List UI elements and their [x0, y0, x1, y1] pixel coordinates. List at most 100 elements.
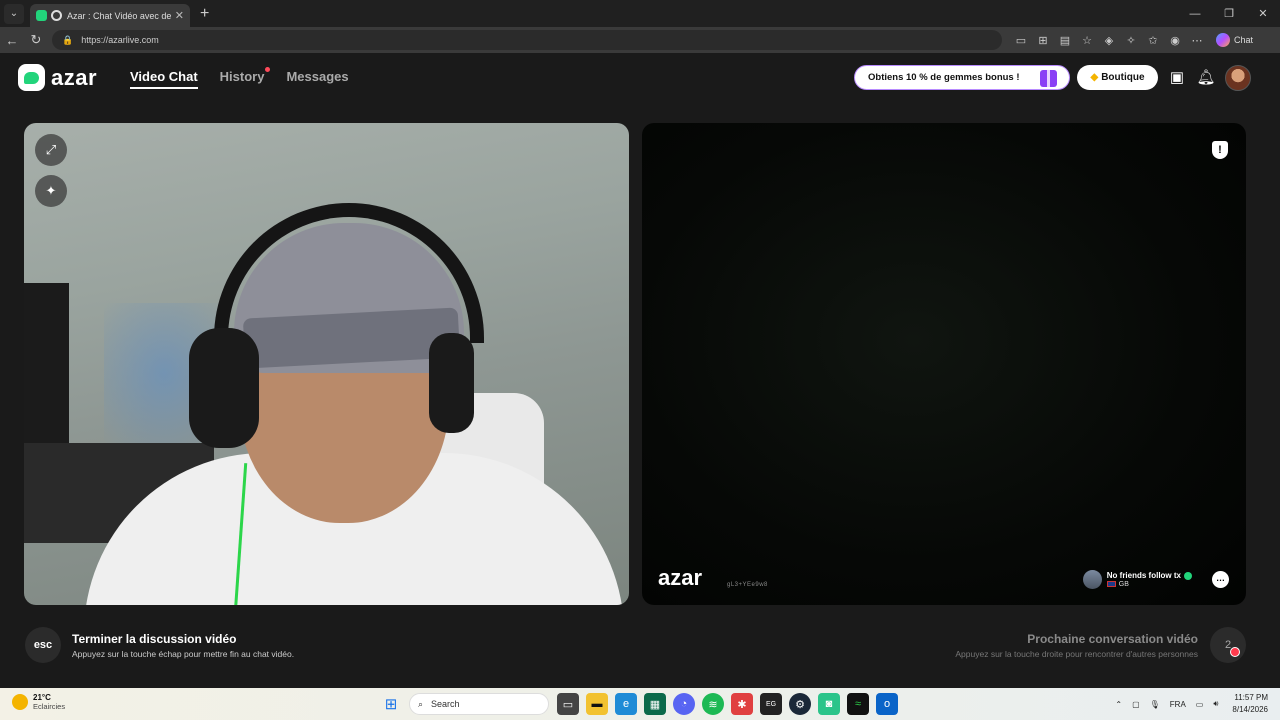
url-text: https://azarlive.com: [81, 35, 159, 45]
next-chat-button[interactable]: 2: [1210, 627, 1246, 663]
clock[interactable]: 11:57 PM 8/14/2026: [1232, 692, 1268, 716]
network-icon[interactable]: ▭: [1196, 700, 1204, 709]
message-bubble-icon[interactable]: …: [1212, 571, 1229, 588]
epic-games-icon[interactable]: EG: [760, 693, 782, 715]
back-icon[interactable]: ←: [0, 33, 24, 48]
discord-icon[interactable]: ◔: [673, 693, 695, 715]
azar-logo[interactable]: azar: [18, 64, 97, 91]
edge-icon[interactable]: e: [615, 693, 637, 715]
outlook-icon[interactable]: o: [876, 693, 898, 715]
tray-app-icon[interactable]: ▢: [1132, 700, 1140, 709]
reader-icon[interactable]: ▤: [1054, 34, 1076, 47]
language-indicator[interactable]: FRA: [1170, 700, 1186, 709]
azar-logo-icon: [18, 64, 45, 91]
nav-messages[interactable]: Messages: [286, 69, 348, 89]
remote-video-pane: ! azar gL3+YEe9w8 No friends follow tx G…: [642, 123, 1246, 605]
close-tab-icon[interactable]: ✕: [175, 9, 184, 22]
weather-widget[interactable]: 21°C Eclaircies: [12, 693, 65, 711]
tab-actions-icon[interactable]: ⌄: [4, 3, 24, 24]
local-video-pane: ⤢ ✦: [24, 123, 629, 605]
ban-icon: [1230, 647, 1240, 657]
watermark-id: gL3+YEe9w8: [727, 582, 768, 588]
favorite-star-icon[interactable]: ☆: [1076, 34, 1098, 47]
report-shield-icon[interactable]: !: [1212, 141, 1228, 159]
microphone-icon[interactable]: 🎙︎: [1150, 700, 1160, 709]
window-controls: — ❐ ✕: [1178, 0, 1280, 27]
search-placeholder: Search: [431, 699, 460, 709]
search-icon: ⌕: [418, 698, 424, 709]
camera-icon[interactable]: ▭: [1010, 34, 1032, 47]
extensions-icon[interactable]: ✧: [1120, 34, 1142, 47]
bell-icon[interactable]: 🔔︎: [1196, 67, 1216, 87]
store-icon[interactable]: ▦: [644, 693, 666, 715]
steam-icon[interactable]: ⚙: [789, 693, 811, 715]
taskbar-apps: ⊞ ⌕ Search ▭ ▬ e ▦ ◔ ≋ ✱ EG ⚙ ◙ ≈ o: [380, 693, 905, 715]
peer-info[interactable]: No friends follow tx GB: [1082, 570, 1192, 589]
copilot-icon: [1216, 33, 1230, 47]
tray-overflow-icon[interactable]: ⌃: [1115, 700, 1122, 709]
end-chat-subtitle: Appuyez sur la touche échap pour mettre …: [72, 649, 295, 659]
weather-sun-icon: [12, 694, 28, 710]
browser-tab[interactable]: Azar : Chat Vidéo avec de nou ✕: [30, 4, 190, 27]
peer-name: No friends follow tx: [1106, 571, 1181, 580]
apps-icon[interactable]: ⊞: [1032, 34, 1054, 47]
gift-icon: [1040, 70, 1057, 87]
magic-wand-icon[interactable]: ✦: [35, 175, 67, 207]
azar-app: azar Video Chat History Messages Obtiens…: [0, 53, 1280, 688]
nav-video-chat[interactable]: Video Chat: [130, 69, 198, 89]
promo-label: Obtiens 10 % de gemmes bonus !: [868, 72, 1020, 83]
app-green-icon[interactable]: ◙: [818, 693, 840, 715]
url-field[interactable]: 🔒 https://azarlive.com: [52, 30, 1002, 50]
refresh-icon[interactable]: ↻: [24, 32, 48, 48]
peer-avatar: [1082, 570, 1102, 589]
resize-video-icon[interactable]: ⤢: [35, 134, 67, 166]
inbox-box-icon[interactable]: ▣: [1167, 67, 1187, 87]
logo-text: azar: [51, 64, 98, 90]
copilot-label: Chat: [1234, 35, 1254, 45]
verified-icon: [1184, 571, 1192, 580]
spotify-icon[interactable]: ≋: [702, 693, 724, 715]
profile-icon[interactable]: ◉: [1164, 34, 1186, 47]
next-chat-subtitle: Appuyez sur la touche droite pour rencon…: [955, 649, 1198, 659]
new-tab-icon[interactable]: +: [200, 5, 209, 23]
main-nav: Video Chat History Messages: [130, 67, 349, 89]
end-chat-title: Terminer la discussion vidéo: [72, 632, 237, 646]
nav-history-label: History: [219, 69, 265, 84]
avatar[interactable]: [1225, 65, 1251, 91]
nav-history[interactable]: History: [219, 67, 271, 89]
peer-country: GB: [1118, 581, 1129, 588]
recording-icon: [51, 10, 62, 21]
task-view-icon[interactable]: ▭: [557, 693, 579, 715]
restore-icon[interactable]: ❐: [1212, 0, 1246, 27]
browser-tab-bar: ⌄ Azar : Chat Vidéo avec de nou ✕ + — ❐ …: [0, 0, 1280, 27]
extension-shield-icon[interactable]: ◈: [1098, 34, 1120, 47]
next-chat-title: Prochaine conversation vidéo: [1027, 632, 1198, 646]
copilot-chat-button[interactable]: Chat: [1216, 33, 1253, 47]
notification-dot: [265, 67, 271, 72]
local-video-headset-cup-right: [429, 333, 474, 433]
windows-start-icon[interactable]: ⊞: [380, 693, 402, 715]
close-window-icon[interactable]: ✕: [1246, 0, 1280, 27]
windows-taskbar: 21°C Eclaircies ⊞ ⌕ Search ▭ ▬ e ▦ ◔ ≋ ✱…: [0, 688, 1280, 720]
esc-end-button[interactable]: esc: [25, 627, 61, 663]
more-icon[interactable]: ⋯: [1186, 34, 1208, 47]
weather-condition: Eclaircies: [33, 702, 66, 711]
shop-label: Boutique: [1101, 72, 1145, 83]
taskbar-search[interactable]: ⌕ Search: [409, 693, 549, 715]
browser-toolbar: ▭ ⊞ ▤ ☆ ◈ ✧ ✩ ◉ ⋯: [1010, 34, 1208, 47]
volume-icon[interactable]: 🔊︎: [1213, 699, 1218, 709]
azar-watermark: azar: [658, 565, 703, 590]
game-app-icon[interactable]: ✱: [731, 693, 753, 715]
temperature: 21°C: [33, 693, 51, 702]
shop-button[interactable]: ◆ Boutique: [1077, 65, 1158, 90]
terminal-app-icon[interactable]: ≈: [847, 693, 869, 715]
gem-bonus-promo-button[interactable]: Obtiens 10 % de gemmes bonus !: [854, 65, 1070, 90]
local-video-headset: [214, 203, 484, 343]
minimize-icon[interactable]: —: [1178, 0, 1212, 27]
favorites-icon[interactable]: ✩: [1142, 34, 1164, 47]
clock-date: 8/14/2026: [1232, 705, 1268, 714]
azar-favicon-icon: [36, 10, 47, 21]
local-video-headset-cup-left: [189, 328, 259, 448]
file-explorer-icon[interactable]: ▬: [586, 693, 608, 715]
system-tray: ⌃ ▢ 🎙︎ FRA ▭ 🔊︎ 11:57 PM 8/14/2026: [1105, 692, 1268, 716]
